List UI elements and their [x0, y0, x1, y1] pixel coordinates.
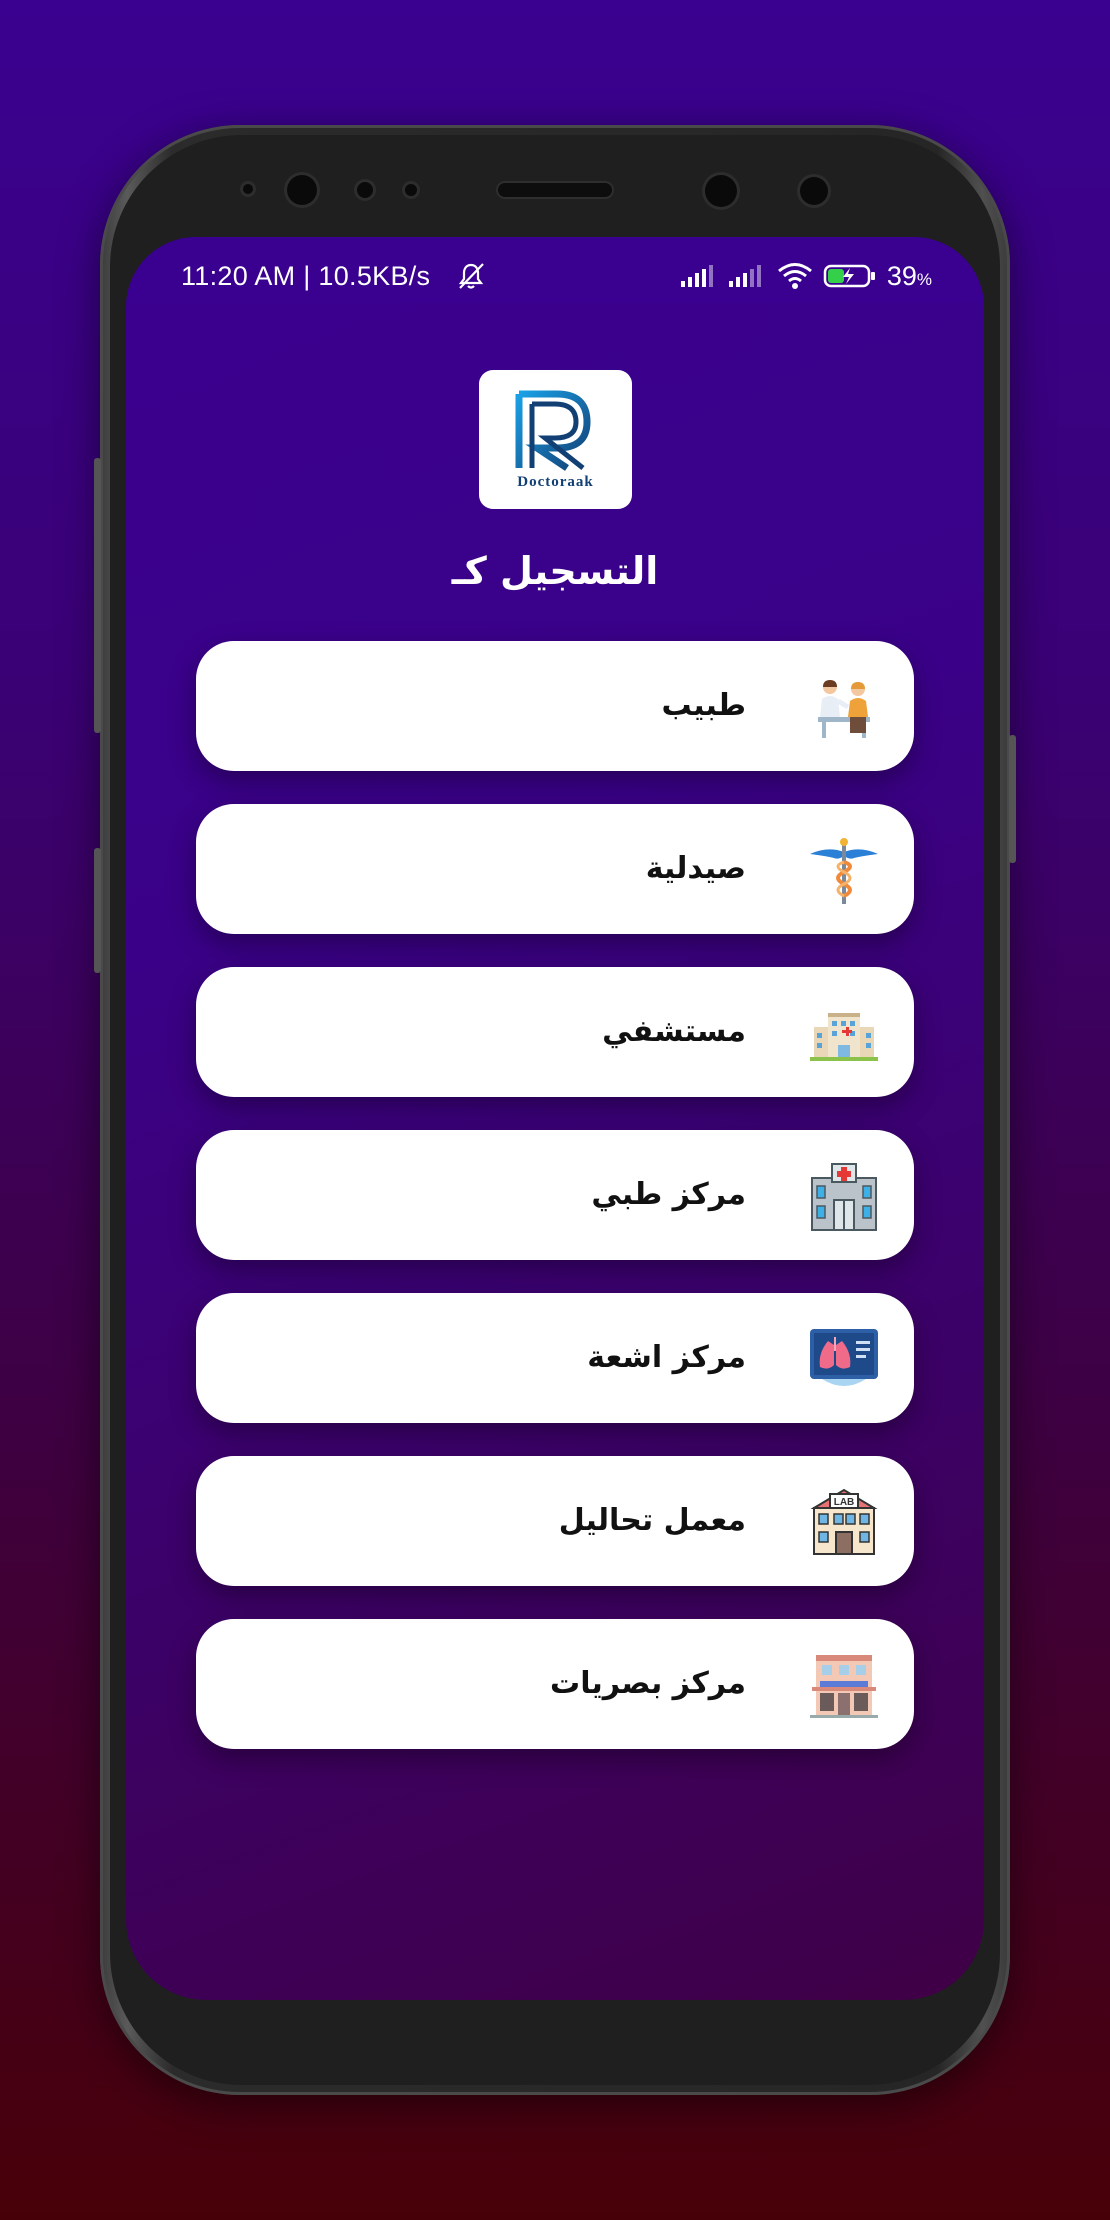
role-label: مركز اشعة — [587, 1340, 746, 1375]
role-label: معمل تحاليل — [558, 1503, 746, 1538]
lab-building-icon: LAB — [810, 1488, 878, 1555]
sensor-dot — [243, 184, 253, 194]
status-icons: 39% — [680, 260, 932, 292]
logo-wordmark: Doctoraak — [517, 474, 594, 490]
front-camera-2 — [705, 175, 737, 207]
doctoraak-monogram-icon — [515, 390, 591, 471]
status-bar: 11:20 AM | 10.5KB/s 39% — [126, 237, 984, 303]
role-label: مستشفي — [602, 1014, 746, 1049]
signal-icon — [680, 265, 713, 287]
bell-muted-icon — [458, 263, 484, 289]
signal-icon-2 — [728, 265, 761, 287]
earpiece-speaker — [498, 183, 612, 197]
role-option-lab[interactable]: معمل تحاليل LAB — [196, 1456, 914, 1586]
role-option-radiology-center[interactable]: مركز اشعة — [196, 1293, 914, 1423]
role-option-doctor[interactable]: طبيب — [196, 641, 914, 771]
app-logo: Doctoraak — [479, 370, 632, 509]
phone-side-button-left-2 — [94, 848, 101, 973]
doctor-consultation-icon — [818, 680, 870, 738]
wifi-icon — [777, 263, 812, 289]
role-label: مركز طبي — [591, 1177, 746, 1212]
lab-sign: LAB — [834, 1497, 855, 1508]
battery-charging-icon — [823, 264, 875, 288]
role-option-pharmacy[interactable]: صيدلية — [196, 804, 914, 934]
sensor-dot-2 — [357, 182, 373, 198]
front-camera — [287, 175, 317, 205]
phone-side-button-right — [1009, 735, 1016, 863]
medical-center-icon — [811, 1163, 877, 1231]
app-screen: 11:20 AM | 10.5KB/s 39% Doctoraak التسجي… — [126, 237, 984, 2000]
role-option-medical-center[interactable]: مركز طبي — [196, 1130, 914, 1260]
role-label: مركز بصريات — [550, 1666, 746, 1701]
role-option-optics-center[interactable]: مركز بصريات — [196, 1619, 914, 1749]
sensor-dot-3 — [405, 184, 417, 196]
battery-percent: 39% — [886, 260, 932, 291]
caduceus-icon — [810, 838, 878, 904]
status-time: 11:20 AM | 10.5KB/s — [181, 261, 431, 291]
xray-lungs-icon — [810, 1329, 878, 1386]
page-title: التسجيل كـ — [451, 549, 659, 593]
role-label: صيدلية — [645, 851, 746, 886]
role-option-hospital[interactable]: مستشفي — [196, 967, 914, 1097]
phone-side-button-left-1 — [94, 458, 101, 733]
sensor-dot-4 — [800, 177, 828, 205]
hospital-building-icon — [810, 1013, 878, 1061]
role-label: طبيب — [661, 688, 746, 723]
optics-shop-icon — [810, 1655, 878, 1718]
